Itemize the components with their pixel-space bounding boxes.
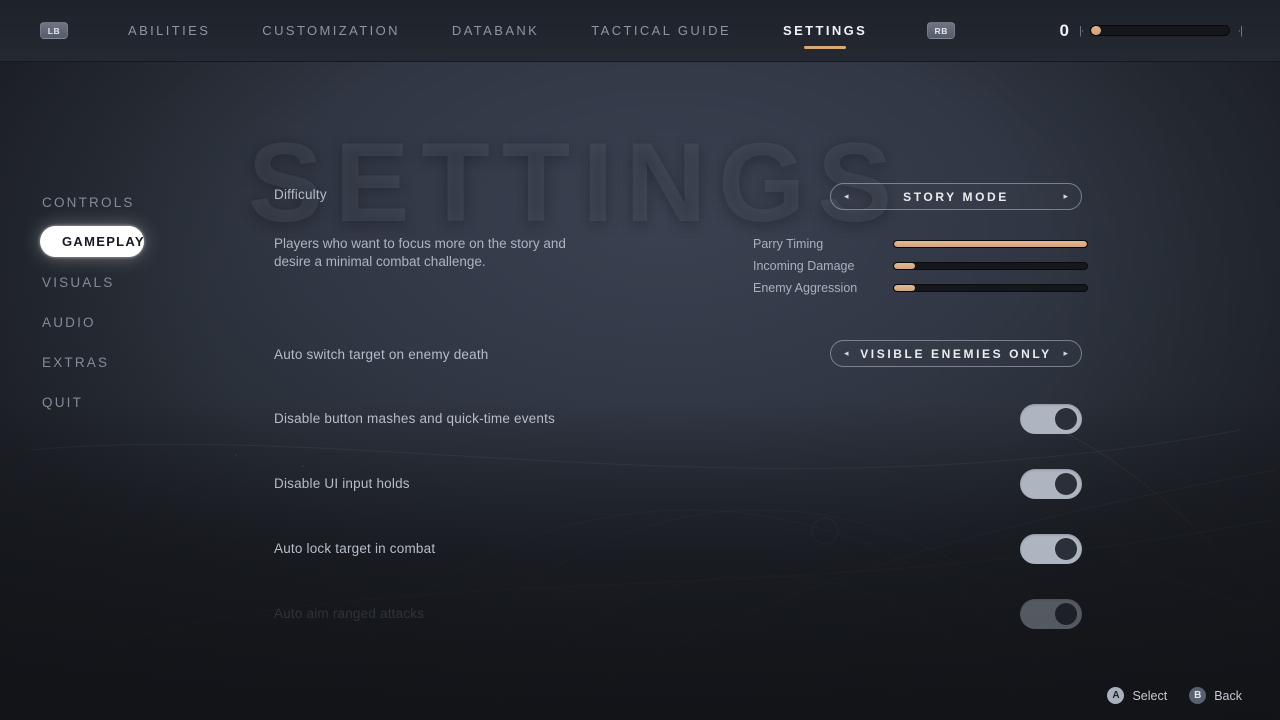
sidebar-item-controls-label: CONTROLS [42,194,135,210]
slider-fill [1091,26,1102,35]
slider-right-tick: ·| [1237,24,1242,37]
sidebar-item-gameplay-label: GAMEPLAY [62,234,145,249]
auto-switch-target-selector[interactable]: ◂ VISIBLE ENEMIES ONLY ▸ [830,340,1082,367]
tab-customization[interactable]: CUSTOMIZATION [262,0,400,62]
stat-incoming-damage-track [893,262,1088,270]
stat-parry-timing-label: Parry Timing [753,237,824,251]
stat-incoming-damage-label: Incoming Damage [753,259,855,273]
tab-settings-label: SETTINGS [783,23,868,38]
hint-back-label: Back [1214,688,1242,703]
settings-sidebar: CONTROLS GAMEPLAY VISUALS AUDIO EXTRAS Q… [40,182,210,422]
currency-counter: 0 [1059,20,1069,40]
sidebar-item-extras-label: EXTRAS [42,354,110,370]
difficulty-label: Difficulty [274,187,327,202]
stat-enemy-aggression-label: Enemy Aggression [753,281,858,295]
hint-select[interactable]: A Select [1107,687,1167,704]
right-bumper-icon: RB [927,22,956,39]
slider-left-tick: |· [1078,24,1084,37]
sidebar-item-audio-label: AUDIO [42,314,96,330]
sidebar-item-quit[interactable]: QUIT [40,382,210,422]
tab-abilities-label: ABILITIES [128,23,211,38]
sidebar-item-visuals-label: VISUALS [42,274,115,290]
tab-tactical-guide-label: TACTICAL GUIDE [591,23,732,38]
difficulty-description: Players who want to focus more on the st… [274,236,566,269]
toggle-knob [1055,408,1077,430]
stat-parry-timing-fill [894,241,1087,247]
auto-lock-target-label: Auto lock target in combat [274,541,436,556]
tab-abilities[interactable]: ABILITIES [128,0,210,62]
toggle-knob [1055,603,1077,625]
slider-track[interactable] [1090,25,1231,36]
toggle-knob [1055,538,1077,560]
disable-ui-input-holds-toggle[interactable] [1020,469,1082,499]
hint-back[interactable]: B Back [1189,687,1242,704]
sidebar-item-extras[interactable]: EXTRAS [40,342,210,382]
auto-aim-ranged-attacks-toggle[interactable] [1020,599,1082,629]
b-button-icon: B [1189,687,1207,704]
difficulty-value: STORY MODE [903,189,1009,204]
stat-incoming-damage-fill [894,263,916,269]
disable-button-mashes-label: Disable button mashes and quick-time eve… [274,411,555,426]
tab-databank[interactable]: DATABANK [452,0,539,62]
auto-lock-target-toggle[interactable] [1020,534,1082,564]
a-button-icon: A [1107,687,1125,704]
topbar-status-group: 0 |· ·| [1059,21,1242,41]
sidebar-item-quit-label: QUIT [42,394,84,410]
left-bumper-icon: LB [40,22,68,39]
disable-ui-input-holds-label: Disable UI input holds [274,476,410,491]
auto-switch-target-label: Auto switch target on enemy death [274,347,489,362]
auto-switch-next-arrow-icon[interactable]: ▸ [1063,349,1068,358]
top-navigation-bar: LB ABILITIES CUSTOMIZATION DATABANK TACT… [0,0,1280,62]
active-tab-underline [804,45,847,49]
stat-enemy-aggression-track [893,284,1088,292]
stat-row-parry-timing: Parry Timing [753,237,1088,251]
difficulty-selector[interactable]: ◂ STORY MODE ▸ [830,183,1082,210]
sidebar-item-audio[interactable]: AUDIO [40,302,210,342]
tab-databank-label: DATABANK [451,23,540,38]
auto-aim-ranged-attacks-label: Auto aim ranged attacks [274,606,425,621]
difficulty-next-arrow-icon[interactable]: ▸ [1063,192,1068,201]
footer-button-hints: A Select B Back [1107,687,1242,704]
tab-tactical-guide[interactable]: TACTICAL GUIDE [591,0,731,62]
sidebar-item-gameplay[interactable]: GAMEPLAY [40,226,144,257]
disable-button-mashes-toggle[interactable] [1020,404,1082,434]
stat-enemy-aggression-fill [894,285,916,291]
tab-customization-label: CUSTOMIZATION [262,23,400,38]
hint-select-label: Select [1132,688,1168,703]
tab-settings[interactable]: SETTINGS [783,0,867,62]
nav-tab-list: ABILITIES CUSTOMIZATION DATABANK TACTICA… [68,0,893,62]
stat-parry-timing-track [893,240,1088,248]
toggle-knob [1055,473,1077,495]
sidebar-item-visuals[interactable]: VISUALS [40,262,210,302]
progress-slider[interactable]: |· ·| [1078,24,1243,37]
stat-row-enemy-aggression: Enemy Aggression [753,281,1088,295]
stat-row-incoming-damage: Incoming Damage [753,259,1088,273]
auto-switch-target-value: VISIBLE ENEMIES ONLY [860,346,1052,361]
sidebar-item-controls[interactable]: CONTROLS [40,182,210,222]
